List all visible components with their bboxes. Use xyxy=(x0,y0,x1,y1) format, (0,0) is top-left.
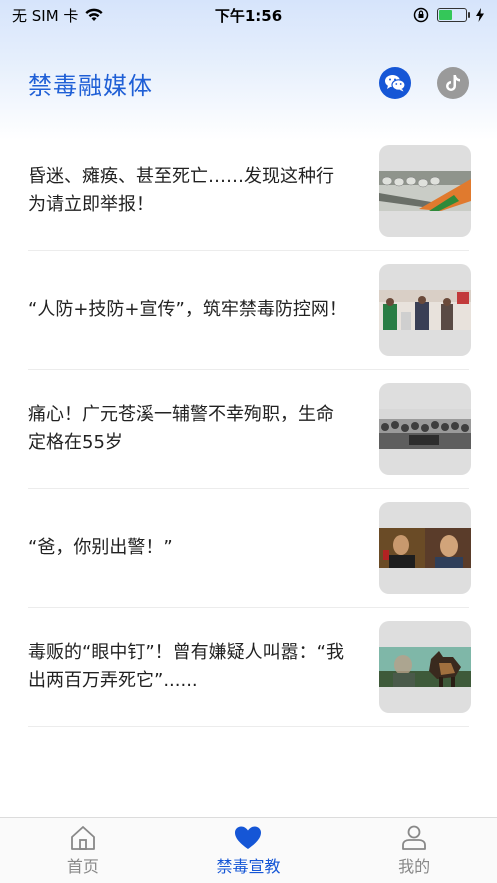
header-actions xyxy=(379,67,469,99)
thumbnail-image-memorial xyxy=(379,409,471,449)
tiktok-icon xyxy=(446,75,460,91)
list-item[interactable]: 毒贩的“眼中钉”！曾有嫌疑人叫嚣：“我出两百万弄死它”...... xyxy=(28,608,471,727)
tiktok-button[interactable] xyxy=(437,67,469,99)
news-thumbnail[interactable] xyxy=(379,264,471,356)
news-thumbnail[interactable] xyxy=(379,383,471,475)
news-thumbnail[interactable] xyxy=(379,145,471,237)
tab-label: 我的 xyxy=(398,856,431,876)
wechat-button[interactable] xyxy=(379,67,411,99)
news-feed: 昏迷、瘫痪、甚至死亡……发现这种行为请立即举报！ “人防+技防+宣传”，筑牢禁毒… xyxy=(0,132,497,727)
app-header: 禁毒融媒体 xyxy=(0,56,497,110)
status-right xyxy=(413,7,485,23)
page-title: 禁毒融媒体 xyxy=(28,71,153,100)
charging-icon xyxy=(476,8,484,22)
carrier-label: 无 SIM 卡 xyxy=(12,6,79,25)
list-item[interactable]: “爸，你别出警！” xyxy=(28,489,471,608)
wifi-icon xyxy=(85,8,104,21)
news-title: “人防+技防+宣传”，筑牢禁毒防控网！ xyxy=(28,299,347,320)
tab-profile[interactable]: 我的 xyxy=(354,825,474,877)
tab-label: 首页 xyxy=(66,856,99,876)
thumbnail-image-event xyxy=(379,290,471,330)
tab-label: 禁毒宣教 xyxy=(216,856,281,876)
thumbnail-image-police-dog xyxy=(379,647,471,687)
news-thumbnail[interactable] xyxy=(379,621,471,713)
thumbnail-image-portraits xyxy=(379,528,471,568)
news-title: 昏迷、瘫痪、甚至死亡……发现这种行为请立即举报！ xyxy=(28,166,334,215)
news-title: 毒贩的“眼中钉”！曾有嫌疑人叫嚣：“我出两百万弄死它”...... xyxy=(28,642,344,691)
user-icon xyxy=(402,825,427,850)
list-item[interactable]: 痛心！广元苍溪一辅警不幸殉职，生命定格在55岁 xyxy=(28,370,471,489)
tab-drug-education[interactable]: 禁毒宣教 xyxy=(188,825,308,877)
battery-fill xyxy=(439,10,452,20)
list-item[interactable]: 昏迷、瘫痪、甚至死亡……发现这种行为请立即举报！ xyxy=(28,132,471,251)
bottom-tab-bar: 首页 禁毒宣教 我的 xyxy=(0,817,497,883)
tab-home[interactable]: 首页 xyxy=(23,825,143,877)
news-thumbnail[interactable] xyxy=(379,502,471,594)
news-title: 痛心！广元苍溪一辅警不幸殉职，生命定格在55岁 xyxy=(28,404,334,453)
status-left: 无 SIM 卡 xyxy=(12,5,104,26)
list-item[interactable]: “人防+技防+宣传”，筑牢禁毒防控网！ xyxy=(28,251,471,370)
home-icon xyxy=(70,825,95,850)
wechat-icon xyxy=(385,75,406,92)
news-title: “爸，你别出警！” xyxy=(28,537,173,558)
heart-icon xyxy=(235,826,262,849)
status-bar: 无 SIM 卡 下午1:56 xyxy=(0,0,497,30)
battery-indicator xyxy=(437,8,470,22)
orientation-lock-icon xyxy=(413,7,429,23)
thumbnail-image-syringes xyxy=(379,171,471,211)
